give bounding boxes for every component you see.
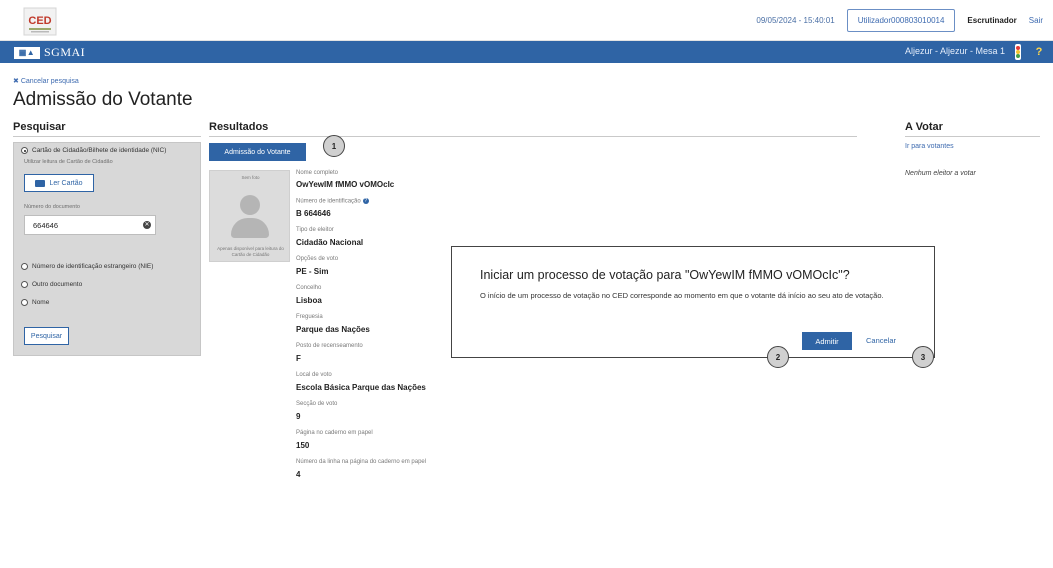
radio-selected-icon (21, 147, 28, 154)
field-label-voting-place: Local de voto (296, 372, 332, 378)
avatar-icon (240, 195, 260, 215)
field-value-registration-post: F (296, 354, 301, 363)
clear-input-icon[interactable]: ✕ (143, 221, 151, 229)
traffic-light-icon[interactable] (1011, 43, 1025, 61)
avatar-body (231, 218, 269, 238)
dialog-title: Iniciar um processo de votação para "OwY… (480, 268, 850, 282)
field-value-voter-type: Cidadão Nacional (296, 238, 364, 247)
field-value-municipality: Lisboa (296, 296, 322, 305)
field-value-paper-line: 4 (296, 470, 301, 479)
to-vote-section-title: A Votar (905, 121, 943, 133)
no-voters-message: Nenhum eleitor a votar (905, 170, 976, 177)
field-label-paper-page: Página no caderno em papel (296, 430, 373, 436)
help-icon[interactable]: ? (1031, 43, 1047, 61)
field-label-voter-type: Tipo de eleitor (296, 227, 334, 233)
radio-option-other[interactable]: Outro documento (21, 281, 82, 288)
callout-marker: 1 (323, 135, 345, 157)
nav-bar: ▦▲ SGMAI Aljezur - Aljezur - Mesa 1 ? (0, 41, 1053, 63)
photo-note: Apenas disponível para leitura do Cartão… (217, 246, 284, 257)
field-label-full-name: Nome completo (296, 170, 339, 176)
go-to-voters-link[interactable]: Ir para votantes (905, 143, 954, 150)
search-section-title: Pesquisar (13, 121, 66, 133)
field-value-parish: Parque das Nações (296, 325, 370, 334)
voter-photo-placeholder: Sem foto Apenas disponível para leitura … (209, 170, 290, 262)
user-role: Escrutinador (967, 16, 1017, 25)
ced-logo-icon: CED (23, 7, 57, 36)
id-card-icon (35, 179, 46, 187)
radio-option-nie[interactable]: Número de identificação estrangeiro (NIE… (21, 263, 153, 270)
page-title: Admissão do Votante (13, 89, 193, 110)
callout-marker: 2 (767, 346, 789, 368)
field-label-voting-section: Secção de voto (296, 401, 338, 407)
doc-number-input[interactable]: 664646 (24, 215, 156, 235)
radio-option-name[interactable]: Nome (21, 299, 49, 306)
sgmai-logo-icon: ▦▲ (14, 46, 40, 59)
logout-link[interactable]: Sair (1029, 16, 1043, 25)
results-section-title: Resultados (209, 121, 269, 133)
brand: ▦▲ SGMAI (14, 45, 85, 60)
field-value-paper-page: 150 (296, 441, 310, 450)
callout-marker: 3 (912, 346, 934, 368)
field-value-full-name: OwYewIM fMMO vOMOcIc (296, 180, 395, 189)
top-bar: CED 09/05/2024 - 15:40:01 Utilizador0008… (0, 0, 1053, 41)
field-label-registration-post: Posto de recenseamento (296, 343, 363, 349)
radio-icon (21, 281, 28, 288)
field-value-voting-section: 9 (296, 412, 301, 421)
close-icon: ✖ (13, 78, 19, 85)
cancel-button[interactable]: Cancelar (866, 336, 896, 345)
dialog-text: O início de um processo de votação no CE… (480, 291, 884, 300)
radio-icon (21, 299, 28, 306)
field-label-id-number: Número de identificação? (296, 198, 369, 205)
polling-location: Aljezur - Aljezur - Mesa 1 (904, 46, 1005, 56)
field-label-paper-line: Número da linha na página do caderno em … (296, 459, 427, 465)
admit-button[interactable]: Admitir (802, 332, 852, 350)
read-card-button[interactable]: Ler Cartão (24, 174, 94, 192)
field-label-municipality: Concelho (296, 285, 322, 291)
field-value-voting-place: Escola Básica Parque das Nações (296, 383, 426, 392)
field-value-vote-options: PE - Sim (296, 267, 329, 276)
cancel-search-link[interactable]: ✖ Cancelar pesquisa (13, 77, 79, 85)
card-reader-hint: Utilizar leitura de Cartão de Cidadão (24, 159, 113, 165)
field-value-id-number: B 664646 (296, 209, 331, 218)
confirm-dialog: Iniciar um processo de votação para "OwY… (451, 246, 935, 358)
search-button[interactable]: Pesquisar (24, 327, 69, 345)
svg-text:CED: CED (28, 15, 51, 27)
photo-label: Sem foto (241, 175, 260, 180)
radio-option-nic[interactable]: Cartão de Cidadão/Bilhete de identidade … (21, 147, 166, 154)
user-button[interactable]: Utilizador000803010014 (846, 9, 956, 32)
field-label-vote-options: Opções de voto (296, 256, 339, 262)
admit-voter-button[interactable]: Admissão do Votante (209, 143, 306, 161)
divider (905, 136, 1040, 137)
datetime: 09/05/2024 - 15:40:01 (756, 16, 835, 25)
info-icon[interactable]: ? (362, 198, 369, 204)
radio-icon (21, 263, 28, 270)
field-label-parish: Freguesia (296, 314, 323, 320)
doc-number-label: Número do documento (24, 204, 80, 210)
brand-name: SGMAI (44, 45, 86, 59)
divider (209, 136, 857, 137)
divider (13, 136, 201, 137)
